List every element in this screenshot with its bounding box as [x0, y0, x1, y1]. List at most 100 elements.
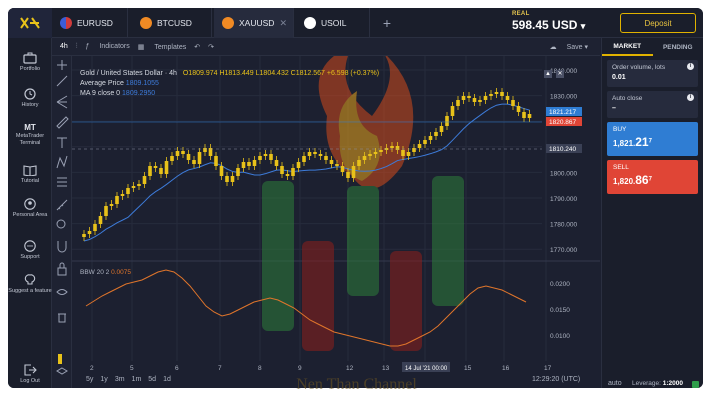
- candle-body: [434, 132, 438, 136]
- text-tool-icon: [57, 137, 67, 148]
- candle-body: [82, 234, 86, 237]
- candle-body: [252, 160, 257, 166]
- order-volume-field[interactable]: Order volume, lots 0.01 i: [607, 60, 698, 87]
- candle-body: [258, 156, 262, 160]
- logout-icon: [24, 364, 37, 376]
- exness-logo-icon: [20, 17, 40, 29]
- candle-body: [247, 162, 251, 166]
- candle-body: [307, 152, 312, 156]
- sidebar-item-label: Portfolio: [19, 66, 41, 72]
- candles-icon[interactable]: ⫶: [76, 43, 78, 51]
- redo-button[interactable]: ↷: [208, 43, 214, 51]
- brand-logo[interactable]: [8, 8, 52, 38]
- bbw-value: 0.0075: [111, 269, 131, 276]
- sidebar-item-support[interactable]: Support: [8, 240, 52, 261]
- candle-body: [395, 146, 400, 150]
- ma-label: MA 9 close 0: [80, 90, 121, 97]
- tab-usoil[interactable]: USOIL: [296, 8, 370, 38]
- price-tag-label: 1820.867: [549, 119, 576, 126]
- candle-body: [120, 194, 125, 196]
- bbw-tick-label: 0.0150: [550, 307, 570, 314]
- candle-body: [335, 164, 339, 166]
- add-tab-button[interactable]: +: [372, 8, 402, 38]
- chart-canvas[interactable]: 1840.0001830.0001820.0001810.0001800.000…: [72, 46, 600, 374]
- candle-body: [412, 148, 416, 152]
- close-pane-icon[interactable]: ✕: [556, 70, 564, 78]
- tab-xauusd[interactable]: XAUUSD ✕: [214, 8, 294, 38]
- time-tick-label: 13: [382, 365, 390, 372]
- fib-icon: [57, 177, 67, 187]
- tab-eurusd[interactable]: EURUSD: [52, 8, 128, 38]
- candle-body: [192, 160, 196, 164]
- candle-body: [230, 176, 235, 182]
- chevron-down-icon: ▾: [580, 21, 586, 31]
- trendline-icon: [56, 75, 68, 87]
- collapse-pane-icon[interactable]: ▲: [544, 70, 552, 78]
- candle-body: [461, 96, 466, 100]
- save-button[interactable]: ☁ Save ▾: [550, 43, 588, 51]
- auto-close-field[interactable]: Auto close – i: [607, 91, 698, 118]
- pencil-icon: [56, 116, 69, 129]
- candle-body: [516, 106, 521, 112]
- save-label: Save: [566, 43, 583, 51]
- sidebar-item-metatrader[interactable]: MT MetaTrader Terminal: [8, 124, 52, 147]
- tab-market[interactable]: MARKET: [602, 38, 653, 56]
- instrument-title: Gold / United States Dollar: [80, 70, 163, 77]
- chat-icon: [24, 240, 36, 252]
- info-icon[interactable]: i: [687, 63, 694, 70]
- candle-body: [153, 166, 158, 168]
- candle-body: [357, 160, 361, 166]
- sidebar-item-portfolio[interactable]: Portfolio: [8, 52, 52, 73]
- sidebar-item-personal-area[interactable]: Personal Area: [8, 198, 52, 219]
- price-tick-label: 1790.000: [550, 196, 577, 203]
- sell-button[interactable]: SELL 1,820.867: [607, 160, 698, 194]
- info-icon[interactable]: i: [687, 94, 694, 101]
- indicators-label: Indicators: [99, 43, 130, 50]
- pattern-icon: [56, 155, 68, 169]
- tab-pending[interactable]: PENDING: [653, 38, 704, 56]
- interval-selector[interactable]: 4h: [60, 43, 68, 50]
- channel-watermark: Nen Than Channel: [296, 376, 417, 393]
- balance-value: 598.45 USD: [512, 18, 578, 32]
- sidebar-item-label: Personal Area: [12, 212, 48, 218]
- indicators-button[interactable]: ƒ Indicators: [86, 43, 130, 50]
- candle-body: [159, 168, 163, 174]
- eye-icon: [56, 289, 68, 295]
- sidebar-item-tutorial[interactable]: Tutorial: [8, 164, 52, 185]
- candle-body: [131, 186, 136, 188]
- close-icon[interactable]: ✕: [279, 18, 287, 29]
- candle-body: [401, 150, 405, 156]
- candle-body: [478, 100, 482, 102]
- account-balance[interactable]: REAL 598.45 USD ▾: [512, 11, 585, 32]
- timeframe-label: 4h: [169, 70, 177, 77]
- tab-label: USOIL: [321, 18, 347, 28]
- book-icon: [23, 165, 37, 176]
- candle-body: [505, 96, 510, 100]
- price-tick-label: 1770.000: [550, 247, 577, 254]
- candle-body: [126, 188, 130, 194]
- ma-value: 1809.2950: [122, 90, 156, 97]
- crosshair-icon: [57, 60, 67, 70]
- sidebar-item-suggest-feature[interactable]: Suggest a feature: [8, 274, 52, 295]
- sidebar-item-label: Support: [20, 254, 40, 260]
- undo-button[interactable]: ↶: [194, 43, 200, 51]
- candle-body: [368, 154, 372, 156]
- candle-body: [93, 224, 97, 231]
- lock-icon: [57, 262, 67, 276]
- sidebar-item-history[interactable]: History: [8, 88, 52, 109]
- top-bar: EURUSD BTCUSD XAUUSD ✕ USOIL + REAL 598.…: [8, 8, 703, 38]
- buy-button[interactable]: BUY 1,821.217: [607, 122, 698, 156]
- candle-body: [236, 168, 240, 176]
- tab-btcusd[interactable]: BTCUSD: [132, 8, 212, 38]
- price-tick-label: 1800.000: [550, 170, 577, 177]
- order-volume-label: Order volume, lots: [612, 64, 666, 71]
- account-type-label: REAL: [512, 11, 530, 17]
- candle-body: [186, 154, 191, 160]
- templates-button[interactable]: ▦ Templates: [138, 43, 186, 51]
- price-chart[interactable]: 1840.0001830.0001820.0001810.0001800.000…: [72, 46, 600, 374]
- candle-body: [450, 106, 455, 116]
- candle-body: [115, 196, 119, 204]
- avg-price-label: Average Price: [80, 80, 124, 87]
- deposit-button[interactable]: Deposit: [620, 13, 696, 33]
- ruler-icon: [56, 199, 68, 211]
